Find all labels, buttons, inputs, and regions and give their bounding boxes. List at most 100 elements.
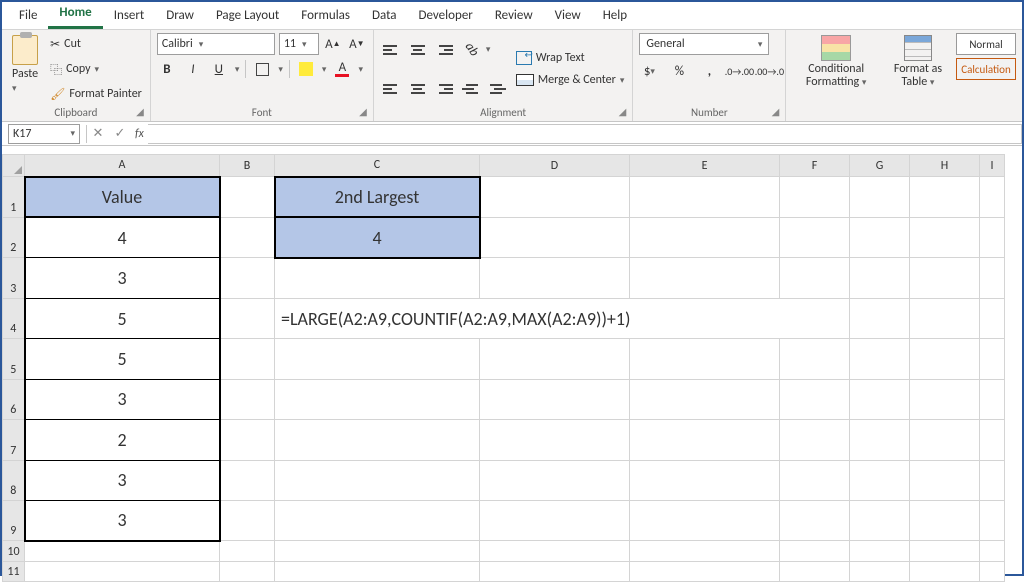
cell-E2[interactable] (630, 217, 780, 257)
cell-H8[interactable] (910, 460, 980, 500)
cell-C1[interactable]: 2nd Largest (275, 177, 480, 217)
menu-draw[interactable]: Draw (155, 4, 205, 29)
menu-data[interactable]: Data (361, 4, 408, 29)
row-header-1[interactable]: 1 (3, 177, 25, 217)
font-color-button[interactable]: A (332, 59, 352, 79)
cell-D1[interactable] (480, 177, 630, 217)
menu-developer[interactable]: Developer (408, 4, 484, 29)
comma-button[interactable]: , (699, 61, 719, 81)
col-header-F[interactable]: F (780, 155, 850, 177)
cell-A4[interactable]: 5 (25, 298, 220, 338)
cell-C2[interactable]: 4 (275, 217, 480, 257)
cell-H10[interactable] (910, 541, 980, 561)
cell-I3[interactable] (980, 258, 1005, 298)
cell-G1[interactable] (850, 177, 910, 217)
dialog-launcher-icon[interactable]: ◢ (359, 105, 367, 118)
copy-button[interactable]: ⿻Copy ▾ (48, 60, 144, 79)
cell-C10[interactable] (275, 541, 480, 561)
cell-A3[interactable]: 3 (25, 258, 220, 298)
cell-I7[interactable] (980, 420, 1005, 460)
cell-B11[interactable] (220, 561, 275, 581)
row-header-8[interactable]: 8 (3, 460, 25, 500)
fill-color-button[interactable] (296, 59, 316, 79)
align-center-button[interactable] (408, 79, 428, 99)
cell-H9[interactable] (910, 500, 980, 540)
cell-A9[interactable]: 3 (25, 500, 220, 540)
cell-I8[interactable] (980, 460, 1005, 500)
cell-H3[interactable] (910, 258, 980, 298)
align-top-button[interactable] (380, 40, 400, 60)
row-header-5[interactable]: 5 (3, 339, 25, 379)
cell-B8[interactable] (220, 460, 275, 500)
row-header-4[interactable]: 4 (3, 298, 25, 338)
cell-F1[interactable] (780, 177, 850, 217)
cut-button[interactable]: ✂Cut (48, 36, 144, 53)
col-header-H[interactable]: H (910, 155, 980, 177)
cell-I11[interactable] (980, 561, 1005, 581)
cell-D5[interactable] (480, 339, 630, 379)
cell-F8[interactable] (780, 460, 850, 500)
percent-button[interactable]: % (669, 61, 689, 81)
cell-A8[interactable]: 3 (25, 460, 220, 500)
cell-H6[interactable] (910, 379, 980, 419)
underline-button[interactable]: U (209, 59, 229, 79)
align-right-button[interactable] (436, 79, 456, 99)
cell-F11[interactable] (780, 561, 850, 581)
cell-G5[interactable] (850, 339, 910, 379)
cell-A6[interactable]: 3 (25, 379, 220, 419)
select-all-corner[interactable] (3, 155, 25, 177)
cell-C8[interactable] (275, 460, 480, 500)
cell-A5[interactable]: 5 (25, 339, 220, 379)
cell-B7[interactable] (220, 420, 275, 460)
cell-B1[interactable] (220, 177, 275, 217)
menu-view[interactable]: View (544, 4, 592, 29)
increase-indent-button[interactable] (488, 79, 508, 99)
format-painter-button[interactable]: 🖌Format Painter (48, 86, 144, 103)
number-format-select[interactable]: General▾ (639, 33, 769, 55)
accounting-button[interactable]: $ ▾ (639, 61, 659, 81)
menu-review[interactable]: Review (484, 4, 544, 29)
cell-F5[interactable] (780, 339, 850, 379)
cell-E8[interactable] (630, 460, 780, 500)
row-header-11[interactable]: 11 (3, 561, 25, 581)
shrink-font-button[interactable]: A▼ (347, 34, 367, 54)
cell-B6[interactable] (220, 379, 275, 419)
cell-D10[interactable] (480, 541, 630, 561)
cell-B5[interactable] (220, 339, 275, 379)
style-calculation[interactable]: Calculation (956, 58, 1016, 80)
cell-C7[interactable] (275, 420, 480, 460)
menu-insert[interactable]: Insert (103, 4, 156, 29)
cell-E10[interactable] (630, 541, 780, 561)
cell-D3[interactable] (480, 258, 630, 298)
italic-button[interactable]: I (183, 59, 203, 79)
worksheet-grid[interactable]: A B C D E F G H I 1 Value 2nd Largest 2 … (2, 154, 1005, 582)
row-header-10[interactable]: 10 (3, 541, 25, 561)
style-normal[interactable]: Normal (956, 33, 1016, 55)
decrease-indent-button[interactable] (462, 79, 482, 99)
cell-C5[interactable] (275, 339, 480, 379)
cell-I4[interactable] (980, 298, 1005, 338)
cell-E6[interactable] (630, 379, 780, 419)
row-header-7[interactable]: 7 (3, 420, 25, 460)
align-left-button[interactable] (380, 79, 400, 99)
cell-B3[interactable] (220, 258, 275, 298)
bold-button[interactable]: B (157, 59, 177, 79)
cell-E5[interactable] (630, 339, 780, 379)
cell-B9[interactable] (220, 500, 275, 540)
cell-I5[interactable] (980, 339, 1005, 379)
font-size-select[interactable]: 11▾ (279, 33, 319, 55)
cell-F10[interactable] (780, 541, 850, 561)
conditional-formatting-button[interactable]: Conditional Formatting ▾ (792, 33, 880, 105)
cell-G8[interactable] (850, 460, 910, 500)
dialog-launcher-icon[interactable]: ◢ (772, 105, 780, 118)
enter-formula-button[interactable]: ✓ (109, 126, 131, 141)
cell-D2[interactable] (480, 217, 630, 257)
cell-C9[interactable] (275, 500, 480, 540)
cell-F3[interactable] (780, 258, 850, 298)
cell-E9[interactable] (630, 500, 780, 540)
col-header-C[interactable]: C (275, 155, 480, 177)
col-header-G[interactable]: G (850, 155, 910, 177)
cell-E1[interactable] (630, 177, 780, 217)
dialog-launcher-icon[interactable]: ◢ (619, 105, 627, 118)
row-header-2[interactable]: 2 (3, 217, 25, 257)
